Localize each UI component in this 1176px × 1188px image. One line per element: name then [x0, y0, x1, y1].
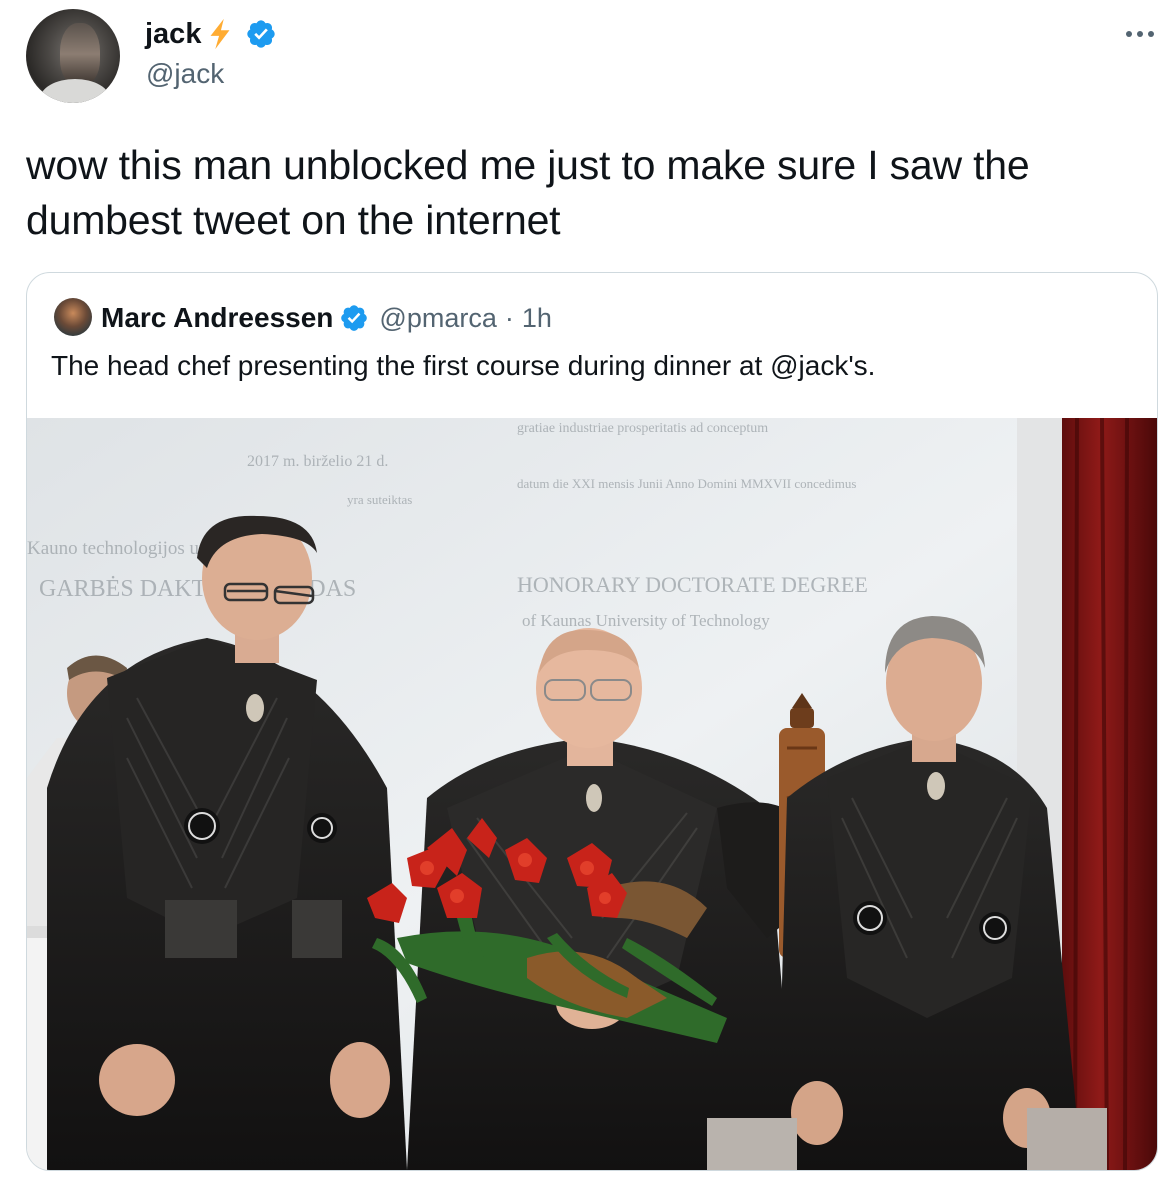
- quoted-timestamp[interactable]: 1h: [522, 303, 552, 334]
- quoted-tweet[interactable]: Marc Andreessen @pmarca · 1h The head ch…: [26, 272, 1158, 1171]
- avatar-shoulder: [40, 79, 110, 103]
- separator-dot: ·: [504, 302, 514, 333]
- quoted-display-name[interactable]: Marc Andreessen: [101, 302, 333, 334]
- more-icon[interactable]: [1120, 22, 1160, 46]
- ceremony-photo: gratiae industriae prosperitatis ad conc…: [27, 418, 1157, 1170]
- screen-text-university: of Kaunas University of Technology: [522, 611, 770, 630]
- author-display-name[interactable]: jack: [145, 16, 201, 52]
- quoted-author-avatar[interactable]: [54, 298, 92, 336]
- avatar-face: [60, 23, 100, 85]
- tweet-card: jack @jack wow this man unblocked me jus…: [0, 0, 1176, 1188]
- quoted-header: Marc Andreessen @pmarca · 1h: [101, 299, 552, 337]
- verified-badge-icon: [247, 20, 276, 48]
- screen-text-top: gratiae industriae prosperitatis ad conc…: [517, 421, 768, 436]
- verified-badge-icon: [341, 305, 368, 331]
- screen-text-honorary: HONORARY DOCTORATE DEGREE: [517, 572, 868, 597]
- author-avatar[interactable]: [26, 9, 120, 103]
- screen-text-latin: datum die XXI mensis Junii Anno Domini M…: [517, 476, 856, 491]
- tweet-text: wow this man unblocked me just to make s…: [26, 142, 1030, 243]
- lightning-icon: [211, 18, 230, 50]
- screen-text-sub: yra suteiktas: [347, 492, 412, 507]
- author-handle[interactable]: @jack: [146, 57, 224, 91]
- quoted-text: The head chef presenting the first cours…: [51, 350, 876, 381]
- tweet-photo[interactable]: gratiae industriae prosperitatis ad conc…: [27, 418, 1157, 1170]
- author-name-row[interactable]: jack: [145, 16, 277, 52]
- screen-text-date: 2017 m. birželio 21 d.: [247, 453, 388, 470]
- quoted-handle[interactable]: @pmarca: [379, 303, 496, 334]
